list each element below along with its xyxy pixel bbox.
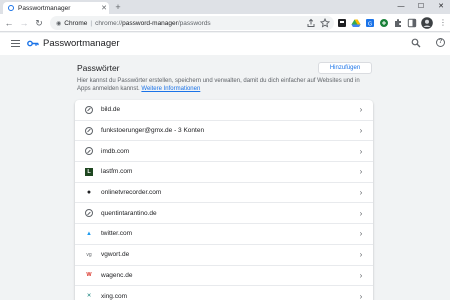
address-bar[interactable]: ◉ Chrome | chrome:// password-manager /p… — [50, 16, 334, 30]
new-tab-button[interactable]: + — [113, 2, 123, 12]
svg-text:G: G — [368, 21, 372, 27]
password-manager-logo-icon — [27, 40, 39, 47]
more-menu-icon[interactable]: ⋮ — [437, 17, 449, 29]
site-label: bild.de — [101, 106, 121, 114]
chevron-right-icon: › — [359, 167, 363, 177]
help-icon[interactable]: ? — [436, 38, 445, 47]
chevron-right-icon: › — [359, 188, 363, 198]
key-favicon-icon — [8, 5, 14, 11]
site-label: xing.com — [101, 292, 128, 300]
globe-icon — [85, 105, 93, 114]
globe-icon — [85, 126, 93, 135]
globe-icon — [85, 147, 93, 156]
password-row[interactable]: ✕ xing.com › — [75, 286, 373, 300]
chrome-icon: ◉ — [56, 20, 62, 27]
main-content: Passwörter Hinzufügen Hier kannst du Pas… — [0, 55, 450, 300]
chevron-right-icon: › — [359, 126, 363, 136]
password-list: bild.de › funkstoerunger@gmx.de - 3 Konten… — [75, 100, 373, 300]
chevron-right-icon: › — [359, 105, 363, 115]
scheme-label: Chrome — [64, 19, 88, 27]
sync-extension-icon[interactable] — [379, 18, 389, 28]
sidepanel-icon[interactable] — [407, 18, 417, 28]
app-title: Passwortmanager — [43, 38, 120, 49]
password-row[interactable]: quentintarantino.de › — [75, 203, 373, 225]
chevron-right-icon: › — [359, 270, 363, 280]
password-row[interactable]: Llastfm.com › — [75, 162, 373, 183]
omnibox-separator: | — [90, 19, 93, 27]
profile-avatar[interactable] — [421, 17, 433, 29]
extension-dark-icon[interactable] — [337, 18, 347, 28]
add-password-button[interactable]: Hinzufügen — [318, 62, 372, 74]
bookmark-star-icon[interactable] — [320, 18, 330, 28]
site-label: funkstoerunger@gmx.de - 3 Konten — [101, 127, 205, 135]
tab-strip: Passwortmanager ✕ + — ☐ ✕ — [0, 0, 450, 14]
share-icon[interactable] — [306, 18, 316, 28]
url-path: /passwords — [177, 19, 211, 27]
app-header: Passwortmanager ? — [0, 33, 450, 55]
site-label: wagenc.de — [101, 271, 133, 279]
password-row[interactable]: Wwagenc.de › — [75, 266, 373, 287]
password-row[interactable]: vg vgwort.de › — [75, 245, 373, 266]
tab-passwortmanager[interactable]: Passwortmanager ✕ — [3, 2, 109, 14]
lastfm-icon: L — [85, 167, 93, 176]
password-row[interactable]: ● onlinetvrecorder.com › — [75, 183, 373, 204]
chevron-right-icon: › — [359, 208, 363, 218]
close-window-icon[interactable]: ✕ — [432, 0, 450, 14]
minimize-icon[interactable]: — — [392, 0, 410, 14]
chevron-right-icon: › — [359, 229, 363, 239]
vgwort-icon: vg — [86, 251, 92, 258]
learn-more-link[interactable]: Weitere Informationen — [141, 86, 200, 92]
xing-icon: ✕ — [86, 293, 92, 300]
browser-toolbar: ← → ↻ ◉ Chrome | chrome:// password-mana… — [0, 14, 450, 32]
description-text: Hier kannst du Passwörter erstellen, spe… — [77, 78, 360, 92]
site-label: lastfm.com — [101, 168, 133, 176]
site-label: vgwort.de — [101, 251, 130, 259]
search-icon[interactable] — [411, 38, 421, 48]
puzzle-extensions-icon[interactable] — [393, 18, 403, 28]
description: Hier kannst du Passwörter erstellen, spe… — [77, 77, 372, 93]
chevron-right-icon: › — [359, 250, 363, 260]
chevron-right-icon: › — [359, 146, 363, 156]
forward-icon[interactable]: → — [18, 17, 30, 29]
hamburger-menu-icon[interactable] — [11, 40, 20, 47]
back-icon[interactable]: ← — [3, 17, 15, 29]
url-scheme: chrome:// — [95, 19, 123, 27]
w-icon: W — [86, 272, 92, 279]
site-label: onlinetvrecorder.com — [101, 189, 162, 197]
password-row[interactable]: ▲ twitter.com › — [75, 224, 373, 245]
site-label: imdb.com — [101, 147, 130, 155]
maximize-icon[interactable]: ☐ — [412, 0, 430, 14]
translate-icon[interactable]: G — [365, 18, 375, 28]
drive-icon[interactable] — [351, 18, 361, 28]
chevron-right-icon: › — [359, 291, 363, 300]
password-row[interactable]: imdb.com › — [75, 141, 373, 163]
site-label: quentintarantino.de — [101, 209, 157, 217]
site-label: twitter.com — [101, 230, 133, 238]
reload-icon[interactable]: ↻ — [33, 17, 45, 29]
tab-title: Passwortmanager — [18, 4, 71, 12]
globe-icon — [85, 209, 93, 218]
url-host: password-manager — [122, 19, 178, 27]
otr-icon: ● — [86, 189, 92, 197]
twitter-icon: ▲ — [86, 230, 92, 237]
password-row[interactable]: funkstoerunger@gmx.de - 3 Konten › — [75, 121, 373, 142]
close-tab-icon[interactable]: ✕ — [99, 4, 109, 12]
section-title: Passwörter — [77, 63, 120, 73]
password-row[interactable]: bild.de › — [75, 100, 373, 121]
